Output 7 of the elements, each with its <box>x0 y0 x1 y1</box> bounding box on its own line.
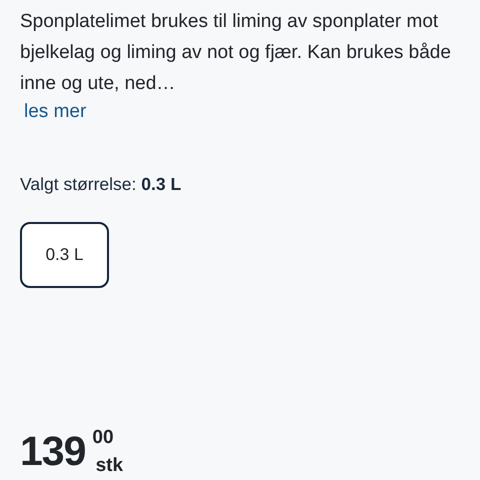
size-option[interactable]: 0.3 L <box>20 222 109 288</box>
price-unit: stk <box>96 456 124 476</box>
product-description: Sponplatelimet brukes til liming av sponplater mot bjelkelag og liming av not og fjær. Kan brukes både inne og ute, ned… <box>20 10 452 96</box>
price-whole: 139 <box>20 428 86 474</box>
selected-size-label: Valgt størrelse: 0.3 L <box>20 173 182 196</box>
price-decimals: 00 <box>92 428 114 448</box>
read-more-link[interactable]: les mer <box>24 100 86 124</box>
